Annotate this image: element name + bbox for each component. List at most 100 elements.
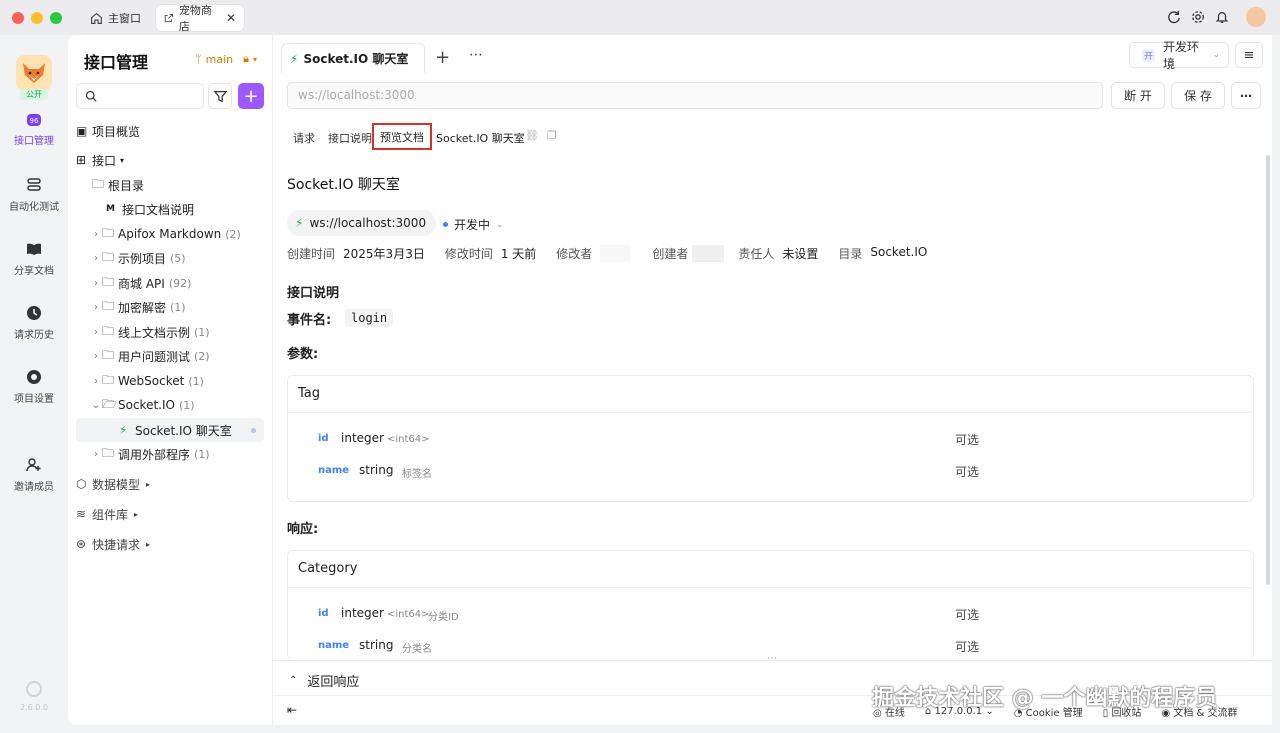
drag-handle-icon[interactable]: ⋯ xyxy=(767,653,777,664)
add-user-icon xyxy=(26,458,41,472)
folder-icon: 🗀︎ xyxy=(102,372,115,387)
folder-mall-api[interactable]: › 🗀︎ 商城 API (92) xyxy=(90,271,278,295)
sidebar-title: 接口管理 xyxy=(84,53,149,72)
sidebar-section-api[interactable]: ⊞ 接口 ▾ xyxy=(76,148,264,172)
add-button[interactable]: + xyxy=(238,83,264,109)
avatar[interactable] xyxy=(1246,7,1266,27)
doc-meta-row: 创建时间 2025年3月3日 修改时间 1 天前 修改者 创建者 责任人 未设置… xyxy=(287,245,927,262)
folder-online-doc-example[interactable]: › 🗀︎ 线上文档示例 (1) xyxy=(90,320,278,344)
subtab-preview-doc[interactable]: 预览文档 xyxy=(372,123,432,150)
folder-label: Socket.IO xyxy=(118,398,175,412)
tab-main-window[interactable]: 主窗口 xyxy=(82,5,149,31)
settings-icon[interactable] xyxy=(1190,9,1206,25)
folder-user-issue-test[interactable]: › 🗀︎ 用户问题测试 (2) xyxy=(90,344,278,368)
folder-apifox-markdown[interactable]: › 🗀︎ Apifox Markdown (2) xyxy=(90,222,278,246)
meta-key: 修改者 xyxy=(556,247,593,261)
more-tabs-button[interactable]: ⋯ xyxy=(469,47,483,63)
folder-encryption[interactable]: › 🗀︎ 加密解密 (1) xyxy=(90,295,278,319)
chevron-right-icon: › xyxy=(94,326,98,338)
environment-selector[interactable]: 开 开发环境 ⌄ xyxy=(1129,40,1229,71)
zoom-window-button[interactable] xyxy=(50,12,62,24)
schema-title: Category xyxy=(298,561,358,576)
tab-pet-store[interactable]: 宠物商店 ✕ xyxy=(156,4,244,33)
nav-label: 自动化测试 xyxy=(9,202,59,213)
folder-icon: 🗀︎ xyxy=(102,347,115,362)
folder-count: (1) xyxy=(170,300,186,314)
doc-url: ws://localhost:3000 xyxy=(309,216,427,230)
sidebar-item-socketio-chatroom[interactable]: ⚡︎ Socket.IO 聊天室 xyxy=(76,418,264,442)
folder-example-project[interactable]: › 🗀︎ 示例项目 (5) xyxy=(90,246,278,270)
bolt-icon: ⊛ xyxy=(76,537,87,551)
refresh-icon[interactable] xyxy=(1166,9,1182,25)
collapse-sidebar-icon[interactable]: ⇤ xyxy=(287,703,297,717)
nav-api-management[interactable]: 96 接口管理 xyxy=(0,113,68,147)
url-input[interactable]: ws://localhost:3000 xyxy=(287,82,1103,109)
markdown-icon: M xyxy=(106,204,115,214)
folder-count: (1) xyxy=(194,325,210,339)
schema-title: Tag xyxy=(298,386,321,401)
nav-label: 分享文档 xyxy=(14,266,54,277)
folder-call-external-program[interactable]: › 🗀︎ 调用外部程序 (1) xyxy=(90,442,278,466)
search-input[interactable] xyxy=(76,83,204,109)
field-type-name: integer xyxy=(341,431,384,445)
socketio-icon: ⚡︎ xyxy=(290,51,299,66)
sidebar-item-label: Socket.IO 聊天室 xyxy=(135,423,232,438)
bell-icon[interactable] xyxy=(1214,9,1230,25)
hamburger-icon: ≡ xyxy=(1243,47,1255,63)
folder-icon: 🗀︎ xyxy=(102,323,115,338)
sidebar-item-doc[interactable]: M 接口文档说明 xyxy=(106,197,294,221)
close-tab-icon[interactable]: ✕ xyxy=(226,11,236,25)
return-response-toggle[interactable]: ⌃ 返回响应 xyxy=(289,671,359,690)
subtab-request[interactable]: 请求 xyxy=(293,130,315,146)
more-actions-button[interactable]: ⋯ xyxy=(1231,82,1261,109)
folder-label: 示例项目 xyxy=(118,251,167,266)
request-tab[interactable]: ⚡︎ Socket.IO 聊天室 xyxy=(281,43,425,73)
new-tab-button[interactable]: + xyxy=(435,47,450,68)
clock-icon xyxy=(27,306,41,320)
meta-value: Socket.IO xyxy=(870,245,928,259)
chevron-down-icon: ▾ xyxy=(252,54,257,64)
request-tab-label: Socket.IO 聊天室 xyxy=(303,52,409,66)
copy-icon[interactable]: ❐ xyxy=(547,129,557,142)
sidebar-section-data-models[interactable]: ⬡ 数据模型 ▸ xyxy=(76,472,264,496)
scrollbar[interactable] xyxy=(1266,155,1270,585)
branch-name: main xyxy=(205,52,234,66)
save-button[interactable]: 保 存 xyxy=(1171,82,1225,109)
nav-label: 项目设置 xyxy=(14,394,54,405)
folder-count: (92) xyxy=(168,276,192,290)
project-logo[interactable] xyxy=(16,55,52,91)
folder-socketio[interactable]: ⌄ 🗁︎ Socket.IO (1) xyxy=(90,393,278,417)
nav-project-settings[interactable]: 项目设置 xyxy=(0,369,68,405)
folder-websocket[interactable]: › 🗀︎ WebSocket (1) xyxy=(90,369,278,393)
sidebar-item-overview[interactable]: ▣ 项目概览 xyxy=(76,119,264,143)
sidebar-section-components[interactable]: ≋ 组件库 ▸ xyxy=(76,502,264,526)
close-window-button[interactable] xyxy=(12,12,24,24)
chevron-right-icon: › xyxy=(94,277,98,289)
link-icon[interactable]: ⛓︎ xyxy=(525,129,539,142)
folder-icon: 🗀︎ xyxy=(92,176,105,191)
meta-key: 目录 xyxy=(838,247,863,261)
nav-share-docs[interactable]: 分享文档 xyxy=(0,241,68,277)
branch-selector[interactable]: ᛘ main 🔒︎ ▾ xyxy=(195,52,257,66)
menu-button[interactable]: ≡ xyxy=(1235,42,1263,68)
nav-request-history[interactable]: 请求历史 xyxy=(0,305,68,341)
sidebar-section-quick-requests[interactable]: ⊛ 快捷请求 ▸ xyxy=(76,532,264,556)
status-selector[interactable]: 开发中 ⌄ xyxy=(443,216,504,233)
folder-label: 用户问题测试 xyxy=(118,349,191,364)
chevron-right-icon: › xyxy=(94,375,98,387)
nav-automated-testing[interactable]: 自动化测试 xyxy=(0,177,68,213)
folder-icon: 🗀︎ xyxy=(102,274,115,289)
socketio-icon: ⚡︎ xyxy=(295,216,304,230)
subtab-description[interactable]: 接口说明 xyxy=(328,130,372,146)
env-badge: 开 xyxy=(1142,48,1156,62)
meta-value: 1 天前 xyxy=(500,247,537,261)
folder-count: (1) xyxy=(188,374,204,388)
filter-button[interactable] xyxy=(208,83,232,109)
minimize-window-button[interactable] xyxy=(31,12,43,24)
nav-invite-members[interactable]: 邀请成员 xyxy=(0,457,68,493)
overview-icon: ▣ xyxy=(76,124,88,138)
field-name: id xyxy=(318,433,329,444)
disconnect-button[interactable]: 断 开 xyxy=(1111,82,1165,109)
external-link-icon xyxy=(164,13,174,23)
sidebar-item-root[interactable]: 🗀︎ 根目录 xyxy=(92,173,280,197)
